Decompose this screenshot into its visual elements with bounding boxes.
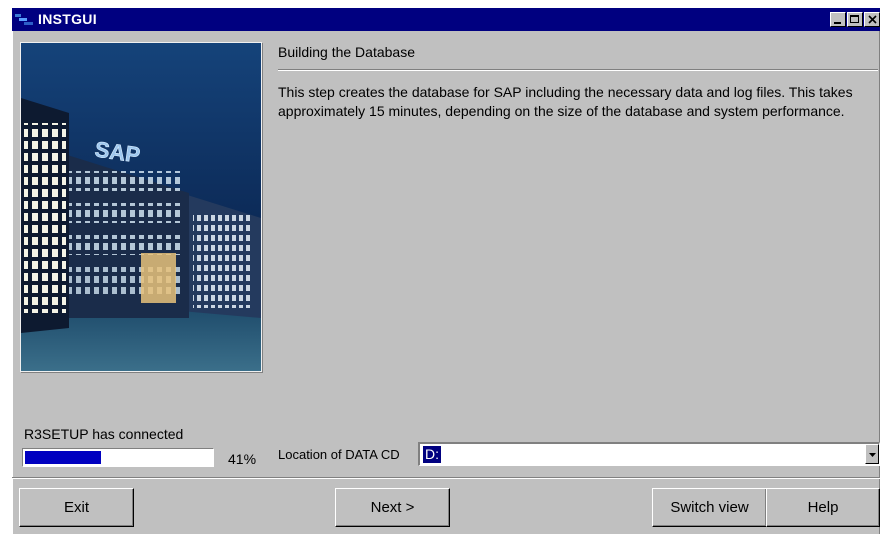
switch-view-button[interactable]: Switch view [652,488,767,527]
sap-building-image: SAP [20,42,262,372]
next-button[interactable]: Next > [335,488,450,527]
title-bar[interactable]: INSTGUI [12,8,880,31]
data-cd-location-value[interactable]: D: [423,446,441,463]
step-description: This step creates the database for SAP i… [278,84,853,119]
data-cd-location-select[interactable]: D: [418,442,880,466]
step-title-divider [278,69,878,71]
button-bar-divider [12,477,880,479]
dropdown-arrow-button[interactable] [865,444,879,464]
minimize-icon[interactable] [830,12,846,27]
install-progress-bar [22,448,214,467]
step-title: Building the Database [278,44,415,60]
exit-button[interactable]: Exit [19,488,134,527]
maximize-icon[interactable] [847,12,863,27]
install-progress-fill [25,451,101,464]
instgui-app-icon [15,14,33,25]
close-icon[interactable] [864,12,880,27]
help-button[interactable]: Help [766,488,880,527]
close-x-glyph [868,15,877,24]
instgui-window: INSTGUI SAP Building the Database This s… [12,8,880,534]
progress-percent: 41% [228,451,257,467]
window-title: INSTGUI [38,11,97,27]
sap-building-illustration: SAP [21,43,261,371]
data-cd-location-label: Location of DATA CD [278,447,400,462]
connection-status: R3SETUP has connected [24,426,184,442]
chevron-down-icon [869,453,876,457]
